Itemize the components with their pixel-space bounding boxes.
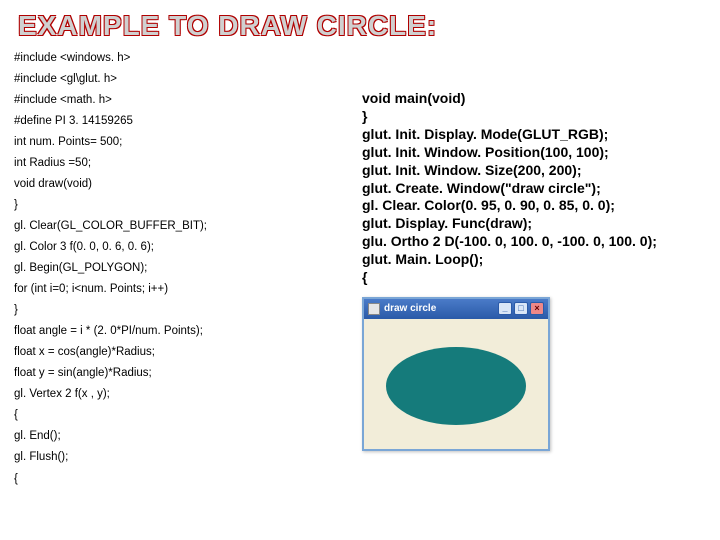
drawn-circle [386, 347, 526, 425]
code-line: glut. Init. Window. Size(200, 200); [362, 162, 702, 180]
code-line: glut. Display. Func(draw); [362, 215, 702, 233]
code-line: float x = cos(angle)*Radius; [14, 342, 352, 363]
content-columns: #include <windows. h> #include <gl\glut.… [0, 48, 720, 489]
code-line: gl. Begin(GL_POLYGON); [14, 258, 352, 279]
code-line: int num. Points= 500; [14, 132, 352, 153]
code-line: } [14, 195, 352, 216]
code-line: float angle = i * (2. 0*PI/num. Points); [14, 321, 352, 342]
code-line: void main(void) [362, 90, 702, 108]
code-line: gl. Flush(); [14, 447, 352, 468]
code-line: } [362, 108, 702, 126]
slide-title: EXAMPLE TO DRAW CIRCLE: [0, 0, 720, 48]
code-line: glut. Create. Window("draw circle"); [362, 180, 702, 198]
code-line: gl. Color 3 f(0. 0, 0. 6, 0. 6); [14, 237, 352, 258]
code-line: glut. Main. Loop(); [362, 251, 702, 269]
output-window: draw circle _ □ × [362, 297, 550, 451]
code-line: } [14, 300, 352, 321]
render-canvas [364, 319, 548, 449]
minimize-button[interactable]: _ [498, 302, 512, 315]
close-button[interactable]: × [530, 302, 544, 315]
code-line: #include <math. h> [14, 90, 352, 111]
code-line: { [14, 468, 352, 489]
code-line: glu. Ortho 2 D(-100. 0, 100. 0, -100. 0,… [362, 233, 702, 251]
code-line: glut. Init. Window. Position(100, 100); [362, 144, 702, 162]
code-line: gl. Vertex 2 f(x , y); [14, 384, 352, 405]
code-line: #define PI 3. 14159265 [14, 111, 352, 132]
window-title: draw circle [384, 303, 498, 316]
maximize-button[interactable]: □ [514, 302, 528, 315]
left-code-block: #include <windows. h> #include <gl\glut.… [14, 48, 352, 489]
code-line: void draw(void) [14, 174, 352, 195]
code-line: glut. Init. Display. Mode(GLUT_RGB); [362, 126, 702, 144]
code-line: { [14, 405, 352, 426]
window-buttons: _ □ × [498, 302, 544, 315]
code-line: for (int i=0; i<num. Points; i++) [14, 279, 352, 300]
app-icon [368, 303, 380, 315]
code-line: gl. Clear. Color(0. 95, 0. 90, 0. 85, 0.… [362, 197, 702, 215]
code-line: #include <gl\glut. h> [14, 69, 352, 90]
right-code-block: void main(void) } glut. Init. Display. M… [352, 48, 702, 489]
code-line: gl. Clear(GL_COLOR_BUFFER_BIT); [14, 216, 352, 237]
code-line: float y = sin(angle)*Radius; [14, 363, 352, 384]
code-line: #include <windows. h> [14, 48, 352, 69]
code-line: gl. End(); [14, 426, 352, 447]
code-line: { [362, 269, 702, 287]
window-titlebar: draw circle _ □ × [364, 299, 548, 319]
code-line: int Radius =50; [14, 153, 352, 174]
